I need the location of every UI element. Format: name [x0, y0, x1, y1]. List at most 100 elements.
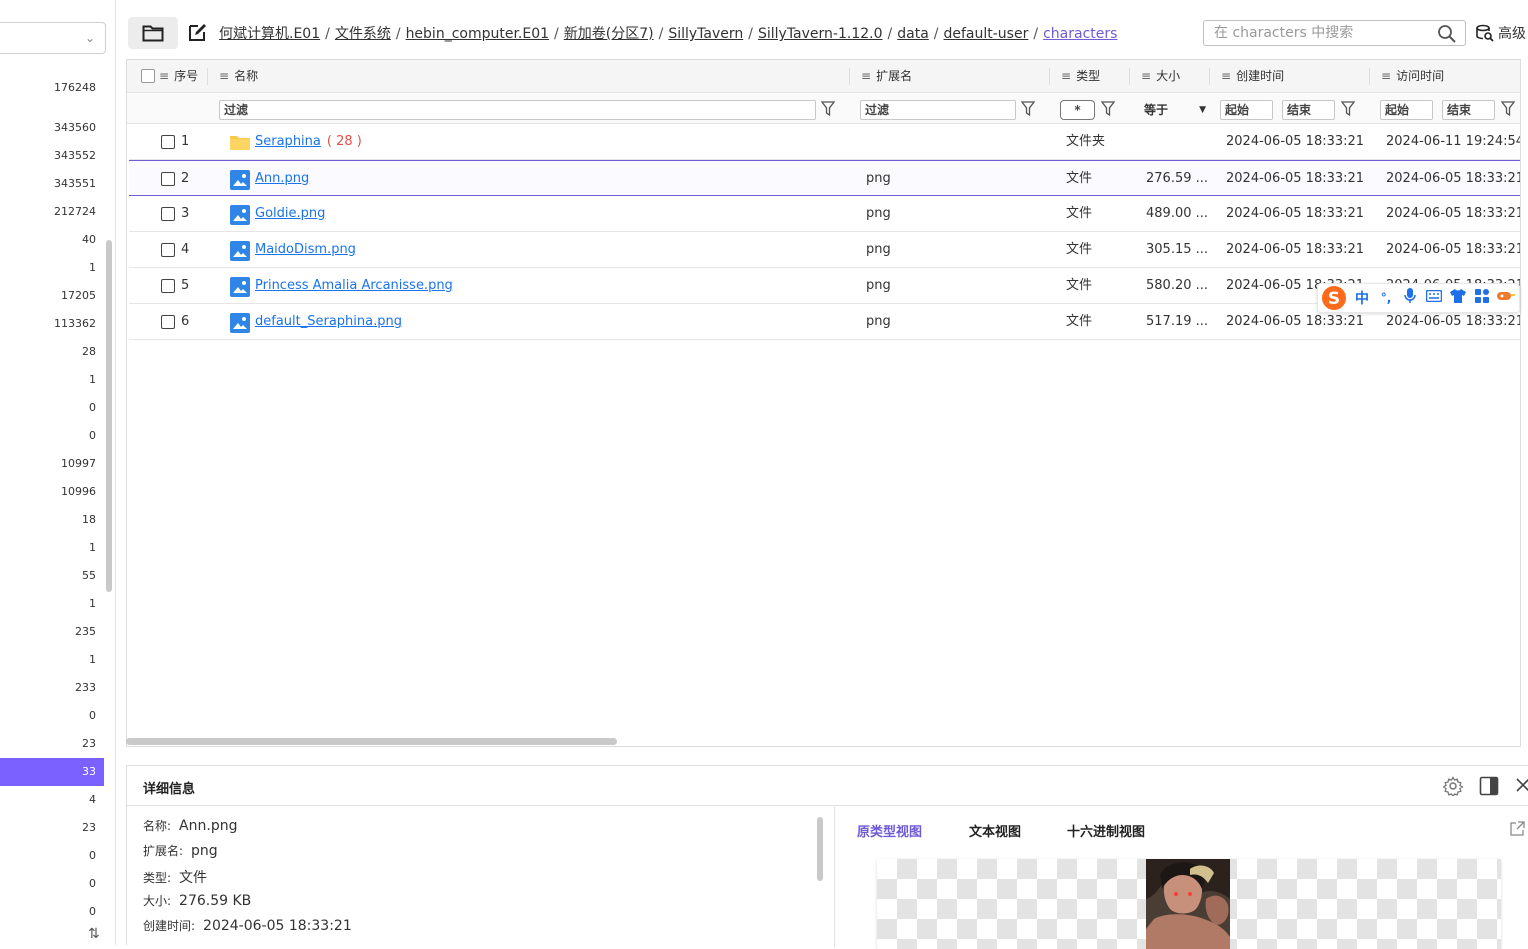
keyboard-icon[interactable] [1422, 289, 1446, 306]
breadcrumb-item[interactable]: hebin_computer.E01 [406, 26, 549, 42]
left-number-item[interactable]: 0 [0, 702, 104, 730]
left-number-item[interactable]: 0 [0, 870, 104, 898]
column-header-type[interactable]: ≡ 类型 [1061, 60, 1100, 93]
left-dropdown[interactable]: ⌄ [0, 22, 106, 54]
search-box[interactable] [1203, 20, 1466, 46]
filter-icon[interactable] [1021, 101, 1035, 117]
filter-icon[interactable] [821, 101, 835, 117]
left-number-item[interactable]: 0 [0, 898, 104, 926]
ime-mode-toggle[interactable]: 中 [1350, 288, 1374, 308]
left-number-item[interactable] [0, 102, 104, 114]
table-row[interactable]: 1 Seraphina ( 28 ) 文件夹 2024-06-05 18:33:21 20… [129, 124, 1525, 160]
open-folder-button[interactable] [128, 17, 178, 49]
breadcrumb-item[interactable]: data [897, 26, 929, 42]
column-header-created[interactable]: ≡ 创建时间 [1221, 60, 1284, 93]
accessed-end-input[interactable]: 结束 [1442, 100, 1495, 120]
left-number-item[interactable]: 235 [0, 618, 104, 646]
size-operator-select[interactable]: 等于 ▼ [1144, 100, 1206, 120]
left-number-item[interactable]: 10996 [0, 478, 104, 506]
left-number-item[interactable]: 233 [0, 674, 104, 702]
left-number-item[interactable]: 1 [0, 534, 104, 562]
left-number-item[interactable]: 10997 [0, 450, 104, 478]
filter-icon[interactable] [1101, 101, 1115, 117]
edit-path-button[interactable] [186, 22, 208, 44]
accessed-start-input[interactable]: 起始 [1380, 100, 1433, 120]
left-number-item[interactable]: 17205 [0, 282, 104, 310]
gear-icon[interactable] [1443, 776, 1463, 796]
left-number-item[interactable]: 4 [0, 786, 104, 814]
ime-punct-toggle[interactable]: °, [1374, 291, 1398, 305]
breadcrumb-item[interactable]: default-user [944, 26, 1029, 42]
row-checkbox[interactable] [161, 279, 175, 293]
details-scrollbar[interactable] [817, 817, 823, 881]
tab-native-view[interactable]: 原类型视图 [857, 821, 922, 840]
close-icon[interactable] [1515, 776, 1528, 796]
column-header-size[interactable]: ≡ 大小 [1141, 60, 1180, 93]
left-number-item[interactable]: 0 [0, 842, 104, 870]
created-start-input[interactable]: 起始 [1220, 100, 1273, 120]
table-row[interactable]: 3 Goldie.png png 文件 489.00 ... 2024-06-05 18:… [129, 196, 1525, 232]
breadcrumb-item[interactable]: 文件系统 [335, 26, 391, 42]
table-row[interactable]: 2 Ann.png png 文件 276.59 ... 2024-06-05 18:33:… [129, 160, 1525, 196]
table-row[interactable]: 4 MaidoDism.png png 文件 305.15 ... 2024-06-05 … [129, 232, 1525, 268]
horizontal-scrollbar[interactable] [126, 738, 617, 745]
column-header-name[interactable]: ≡ 名称 [219, 60, 258, 93]
file-name-link[interactable]: Ann.png [255, 171, 309, 186]
left-number-item[interactable]: 23 [0, 814, 104, 842]
left-number-item[interactable]: 1 [0, 254, 104, 282]
file-name-link[interactable]: Princess Amalia Arcanisse.png [255, 278, 453, 293]
left-number-item[interactable]: 28 [0, 338, 104, 366]
popout-icon[interactable] [1509, 821, 1525, 837]
sogou-logo-icon[interactable]: S [1318, 283, 1350, 313]
left-number-item[interactable]: 1 [0, 646, 104, 674]
toolbox-icon[interactable] [1470, 289, 1494, 307]
breadcrumb-item[interactable]: characters [1043, 26, 1117, 42]
breadcrumb-item[interactable]: SillyTavern-1.12.0 [758, 26, 883, 42]
search-input[interactable] [1204, 21, 1424, 45]
left-number-item[interactable]: 0 [0, 394, 104, 422]
ext-filter-input[interactable]: 过滤 [860, 100, 1016, 120]
split-handle-icon[interactable]: ⇅ [88, 926, 100, 942]
skin-icon[interactable] [1446, 289, 1470, 307]
table-row[interactable]: 6 default_Seraphina.png png 文件 517.19 ... 202… [129, 304, 1525, 340]
table-row[interactable]: 5 Princess Amalia Arcanisse.png png 文件 580.2… [129, 268, 1525, 304]
left-number-item[interactable]: 113362 [0, 310, 104, 338]
breadcrumb-item[interactable]: 何斌计算机.E01 [219, 26, 320, 42]
file-name-link[interactable]: default_Seraphina.png [255, 314, 402, 329]
left-number-item[interactable]: 1 [0, 366, 104, 394]
created-end-input[interactable]: 结束 [1282, 100, 1335, 120]
search-icon[interactable] [1437, 24, 1457, 44]
breadcrumb-item[interactable]: SillyTavern [668, 26, 743, 42]
filter-icon[interactable] [1341, 101, 1355, 117]
column-header-ext[interactable]: ≡ 扩展名 [861, 60, 912, 93]
emoji-icon[interactable] [1494, 290, 1518, 306]
left-number-item[interactable]: 33 [0, 758, 104, 786]
left-number-item[interactable]: 23 [0, 730, 104, 758]
left-number-item[interactable]: 212724 [0, 198, 104, 226]
advanced-search-button[interactable]: 高级 [1476, 23, 1526, 43]
type-filter-input[interactable]: * [1060, 100, 1095, 120]
column-header-index[interactable]: ≡ 序号 [159, 60, 198, 93]
left-number-item[interactable]: 343551 [0, 170, 104, 198]
left-number-item[interactable]: 343560 [0, 114, 104, 142]
file-name-link[interactable]: Goldie.png [255, 206, 325, 221]
microphone-icon[interactable] [1398, 288, 1422, 308]
file-name-link[interactable]: MaidoDism.png [255, 242, 356, 257]
left-number-item[interactable]: 40 [0, 226, 104, 254]
row-checkbox[interactable] [161, 243, 175, 257]
left-number-item[interactable]: 55 [0, 562, 104, 590]
row-checkbox[interactable] [161, 172, 175, 186]
side-panel-toggle-icon[interactable] [1479, 776, 1499, 796]
left-number-item[interactable]: 1 [0, 590, 104, 618]
tab-hex-view[interactable]: 十六进制视图 [1067, 821, 1145, 840]
name-filter-input[interactable]: 过滤 [219, 100, 816, 120]
file-name-link[interactable]: Seraphina [255, 134, 321, 149]
row-checkbox[interactable] [161, 207, 175, 221]
left-number-item[interactable]: 343552 [0, 142, 104, 170]
left-number-item[interactable]: 0 [0, 422, 104, 450]
row-checkbox[interactable] [161, 315, 175, 329]
column-header-accessed[interactable]: ≡ 访问时间 [1381, 60, 1444, 93]
left-scrollbar[interactable] [106, 240, 112, 592]
breadcrumb-item[interactable]: 新加卷(分区7) [564, 26, 654, 42]
filter-icon[interactable] [1501, 101, 1515, 117]
